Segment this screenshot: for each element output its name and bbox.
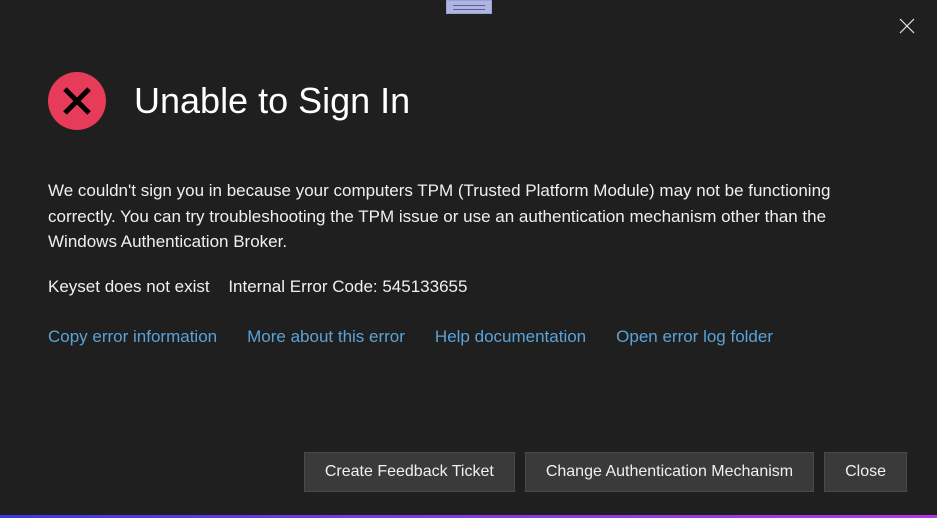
error-code: Internal Error Code: 545133655 — [228, 277, 467, 296]
error-details: Keyset does not exist Internal Error Cod… — [48, 277, 889, 297]
help-documentation-link[interactable]: Help documentation — [435, 327, 586, 347]
copy-error-link[interactable]: Copy error information — [48, 327, 217, 347]
dialog-content: Unable to Sign In We couldn't sign you i… — [0, 0, 937, 347]
close-icon[interactable] — [895, 14, 919, 38]
window-grip-marker — [446, 0, 492, 14]
dialog-header: Unable to Sign In — [48, 72, 889, 130]
change-auth-button[interactable]: Change Authentication Mechanism — [525, 452, 814, 492]
error-short-message: Keyset does not exist — [48, 277, 210, 296]
more-about-error-link[interactable]: More about this error — [247, 327, 405, 347]
create-feedback-button[interactable]: Create Feedback Ticket — [304, 452, 515, 492]
close-button[interactable]: Close — [824, 452, 907, 492]
action-links: Copy error information More about this e… — [48, 327, 889, 347]
error-circle-icon — [48, 72, 106, 130]
x-icon — [899, 18, 915, 34]
dialog-body-text: We couldn't sign you in because your com… — [48, 178, 889, 255]
dialog-button-row: Create Feedback Ticket Change Authentica… — [304, 452, 907, 492]
open-error-log-link[interactable]: Open error log folder — [616, 327, 773, 347]
dialog-title: Unable to Sign In — [134, 80, 410, 122]
